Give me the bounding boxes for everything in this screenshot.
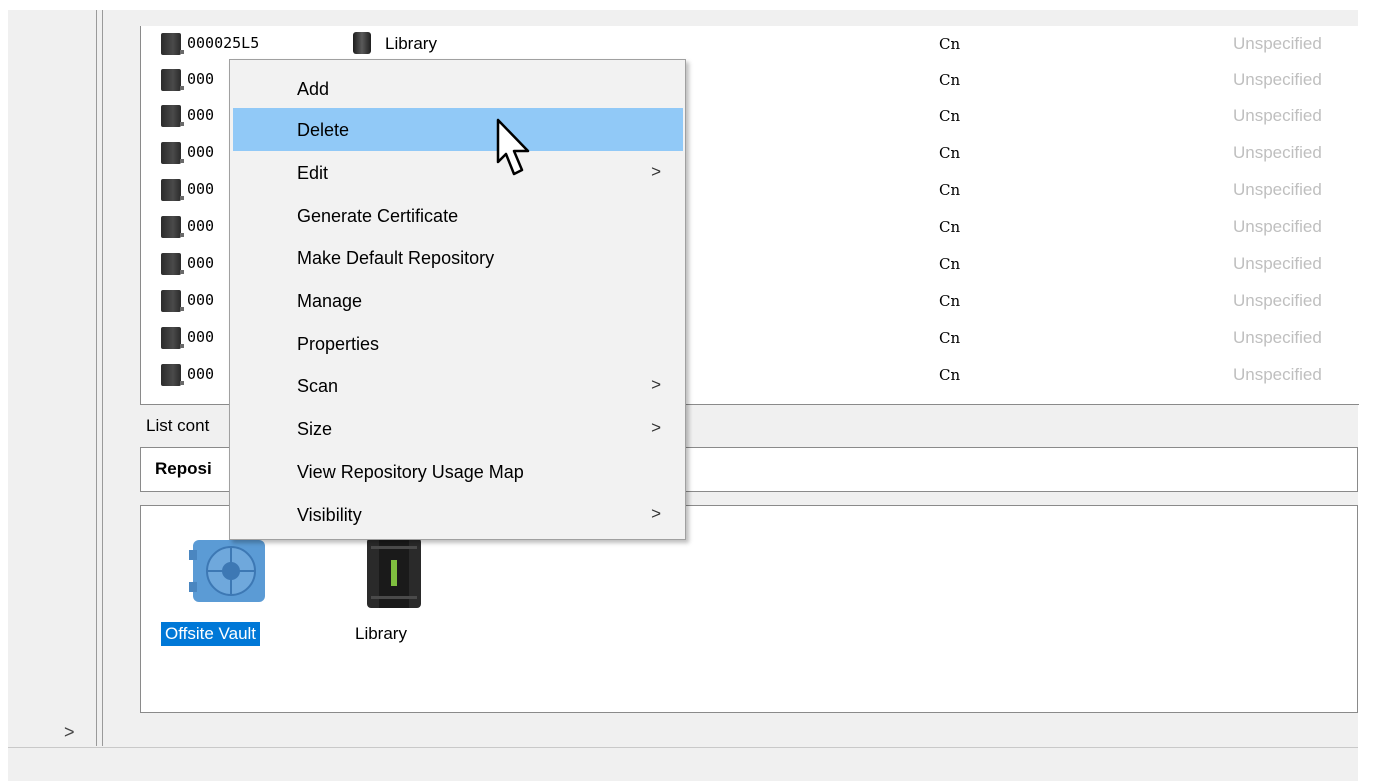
- media-type-cell: Cn: [939, 71, 961, 89]
- barcode-cell: 000: [187, 70, 215, 88]
- barcode-cell: 000: [187, 365, 215, 383]
- media-type-cell: Cn: [939, 35, 961, 53]
- location-cell: Unspecified: [1233, 34, 1322, 53]
- mouse-cursor-icon: [496, 118, 530, 176]
- tape-media-icon: [161, 33, 184, 55]
- menu-item-label: Delete: [297, 120, 350, 140]
- menu-item-properties[interactable]: Properties: [233, 322, 683, 365]
- menu-item-manage[interactable]: Manage: [233, 279, 683, 322]
- divider: [96, 10, 97, 746]
- repositories-title: Reposi: [155, 459, 212, 478]
- barcode-cell: 000025L5: [187, 34, 260, 52]
- barcode-cell: 000: [187, 328, 215, 346]
- media-type-cell: Cn: [939, 144, 961, 162]
- tape-media-icon: [161, 364, 184, 386]
- barcode-cell: 000: [187, 217, 215, 235]
- menu-item-label: Visibility: [297, 505, 362, 525]
- expand-chevron-icon[interactable]: >: [64, 722, 75, 743]
- media-type-cell: Cn: [939, 181, 961, 199]
- table-row[interactable]: 000025L5 Library Cn Unspecified: [141, 26, 1359, 62]
- menu-item-size[interactable]: Size >: [233, 407, 683, 450]
- repository-label: Offsite Vault: [161, 622, 261, 646]
- media-type-cell: Cn: [939, 329, 961, 347]
- tape-media-icon: [161, 142, 184, 164]
- barcode-cell: 000: [187, 291, 215, 309]
- media-type-cell: Cn: [939, 292, 961, 310]
- location-cell: Unspecified: [1233, 180, 1322, 199]
- repository-item-offsite-vault[interactable]: Offsite Vault: [161, 522, 301, 652]
- menu-item-label: Add: [297, 79, 330, 99]
- divider: [102, 10, 103, 746]
- list-status-text: List cont: [146, 416, 210, 435]
- library-icon: [367, 538, 421, 608]
- vault-icon: [189, 540, 265, 602]
- location-cell: Unspecified: [1233, 106, 1322, 125]
- menu-item-add[interactable]: Add: [233, 67, 683, 110]
- media-type-cell: Cn: [939, 218, 961, 236]
- location-cell: Unspecified: [1233, 254, 1322, 273]
- tape-media-icon: [161, 69, 184, 91]
- barcode-cell: 000: [187, 106, 215, 124]
- tape-media-icon: [161, 179, 184, 201]
- submenu-arrow-icon: >: [651, 504, 661, 523]
- menu-item-generate-certificate[interactable]: Generate Certificate: [233, 194, 683, 237]
- barcode-cell: 000: [187, 180, 215, 198]
- media-type-cell: Cn: [939, 255, 961, 273]
- submenu-arrow-icon: >: [651, 418, 661, 437]
- barcode-cell: 000: [187, 254, 215, 272]
- repository-label: Library: [355, 624, 407, 643]
- menu-item-visibility[interactable]: Visibility >: [233, 493, 683, 536]
- tape-media-icon: [161, 105, 184, 127]
- media-type-cell: Cn: [939, 107, 961, 125]
- menu-item-view-repository-usage-map[interactable]: View Repository Usage Map: [233, 450, 683, 493]
- tape-media-icon: [161, 253, 184, 275]
- location-cell: Unspecified: [1233, 328, 1322, 347]
- library-icon: [353, 32, 371, 54]
- menu-item-label: Edit: [297, 163, 329, 183]
- menu-item-label: Generate Certificate: [297, 206, 459, 226]
- menu-item-make-default-repository[interactable]: Make Default Repository: [233, 236, 683, 279]
- repository-item-library[interactable]: Library: [351, 522, 491, 652]
- tape-media-icon: [161, 327, 184, 349]
- location-cell: Unspecified: [1233, 291, 1322, 310]
- context-menu: Add Delete Edit > Generate Certificate M…: [229, 59, 686, 540]
- submenu-arrow-icon: >: [651, 375, 661, 394]
- menu-item-label: Manage: [297, 291, 363, 311]
- tape-media-icon: [161, 290, 184, 312]
- location-cell: Unspecified: [1233, 365, 1322, 384]
- menu-item-label: View Repository Usage Map: [297, 462, 524, 482]
- tape-media-icon: [161, 216, 184, 238]
- menu-item-label: Properties: [297, 334, 380, 354]
- menu-item-label: Make Default Repository: [297, 248, 495, 268]
- nav-strip: >: [8, 10, 97, 746]
- location-cell: Unspecified: [1233, 143, 1322, 162]
- menu-item-label: Scan: [297, 376, 339, 396]
- status-bar: [8, 747, 1358, 781]
- menu-item-scan[interactable]: Scan >: [233, 364, 683, 407]
- repository-cell: Library: [385, 34, 437, 53]
- location-cell: Unspecified: [1233, 70, 1322, 89]
- menu-item-delete[interactable]: Delete: [233, 108, 683, 151]
- media-type-cell: Cn: [939, 366, 961, 384]
- barcode-cell: 000: [187, 143, 215, 161]
- menu-item-edit[interactable]: Edit >: [233, 151, 683, 194]
- submenu-arrow-icon: >: [651, 162, 661, 181]
- location-cell: Unspecified: [1233, 217, 1322, 236]
- menu-item-label: Size: [297, 419, 333, 439]
